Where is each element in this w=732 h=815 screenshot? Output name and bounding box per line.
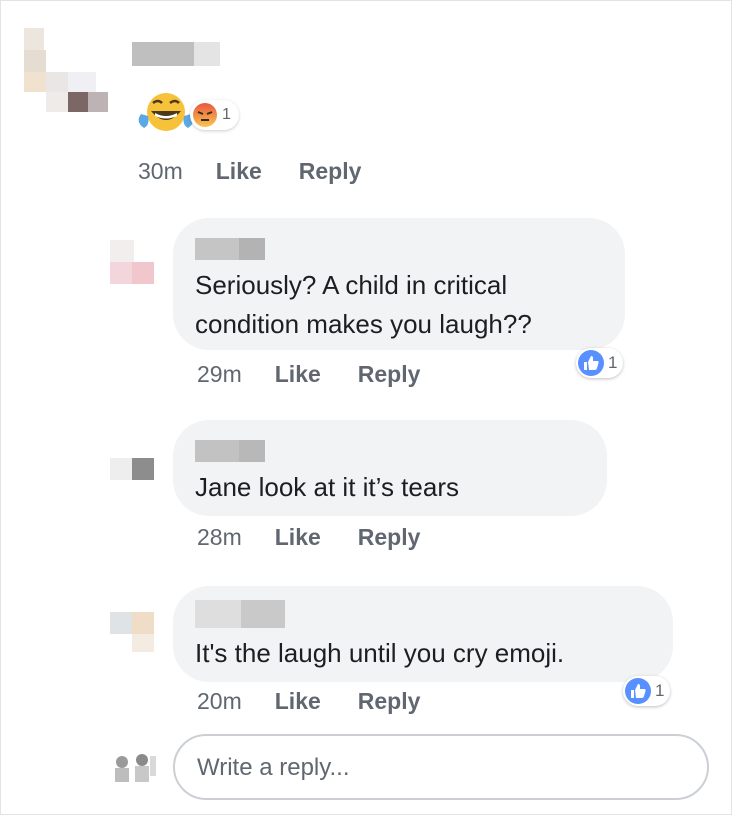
comment-meta: 30m Like Reply xyxy=(138,158,398,185)
reaction-summary[interactable]: 1 xyxy=(190,100,239,130)
reply-3-like-button[interactable]: Like xyxy=(275,688,321,715)
reply-3-reply-button[interactable]: Reply xyxy=(358,688,421,715)
reply-2-text: Jane look at it it’s tears xyxy=(195,472,459,502)
current-user-avatar xyxy=(110,750,158,786)
reply-1-reaction-count: 1 xyxy=(608,353,618,372)
reply-3-avatar[interactable] xyxy=(110,612,158,656)
reply-1-avatar[interactable] xyxy=(110,240,158,288)
reply-2-bubble: Jane look at it it’s tears xyxy=(173,420,607,516)
angry-emoji-icon xyxy=(192,102,218,128)
reply-3-text: It's the laugh until you cry emoji. xyxy=(195,638,565,668)
reply-2-timestamp[interactable]: 28m xyxy=(197,524,242,551)
reply-1-reply-button[interactable]: Reply xyxy=(358,361,421,388)
reply-2-avatar[interactable] xyxy=(110,446,158,490)
reply-3-author-name[interactable] xyxy=(195,600,287,630)
reply-2-meta: 28m Like Reply xyxy=(197,524,457,551)
reply-2-reply-button[interactable]: Reply xyxy=(358,524,421,551)
laugh-cry-emoji-icon xyxy=(135,90,197,134)
reply-3-reaction[interactable]: 1 xyxy=(623,676,671,706)
reply-1-like-button[interactable]: Like xyxy=(275,361,321,388)
reply-2-author-name[interactable] xyxy=(195,440,267,462)
reply-1-bubble: Seriously? A child in critical condition… xyxy=(173,218,625,350)
reply-3-bubble: It's the laugh until you cry emoji. xyxy=(173,586,673,682)
reply-3-timestamp[interactable]: 20m xyxy=(197,688,242,715)
write-reply-input[interactable]: Write a reply... xyxy=(173,734,709,800)
reply-1-text: Seriously? A child in critical condition… xyxy=(195,270,532,339)
reply-2-like-button[interactable]: Like xyxy=(275,524,321,551)
reply-1-author-name[interactable] xyxy=(195,238,267,260)
comment-avatar[interactable] xyxy=(20,28,108,112)
reaction-count: 1 xyxy=(222,106,231,123)
reply-1-meta: 29m Like Reply xyxy=(197,361,457,388)
reply-3-reaction-count: 1 xyxy=(655,681,665,700)
reply-3-meta: 20m Like Reply xyxy=(197,688,457,715)
comment-author-name[interactable] xyxy=(132,42,222,66)
reply-1-timestamp[interactable]: 29m xyxy=(197,361,242,388)
comment-timestamp[interactable]: 30m xyxy=(138,158,183,185)
thumbs-up-icon xyxy=(625,678,651,704)
reply-1-reaction[interactable]: 1 xyxy=(576,348,624,378)
write-reply-placeholder: Write a reply... xyxy=(197,754,350,781)
comment-like-button[interactable]: Like xyxy=(216,158,262,185)
comment-reply-button[interactable]: Reply xyxy=(299,158,362,185)
thumbs-up-icon xyxy=(578,350,604,376)
